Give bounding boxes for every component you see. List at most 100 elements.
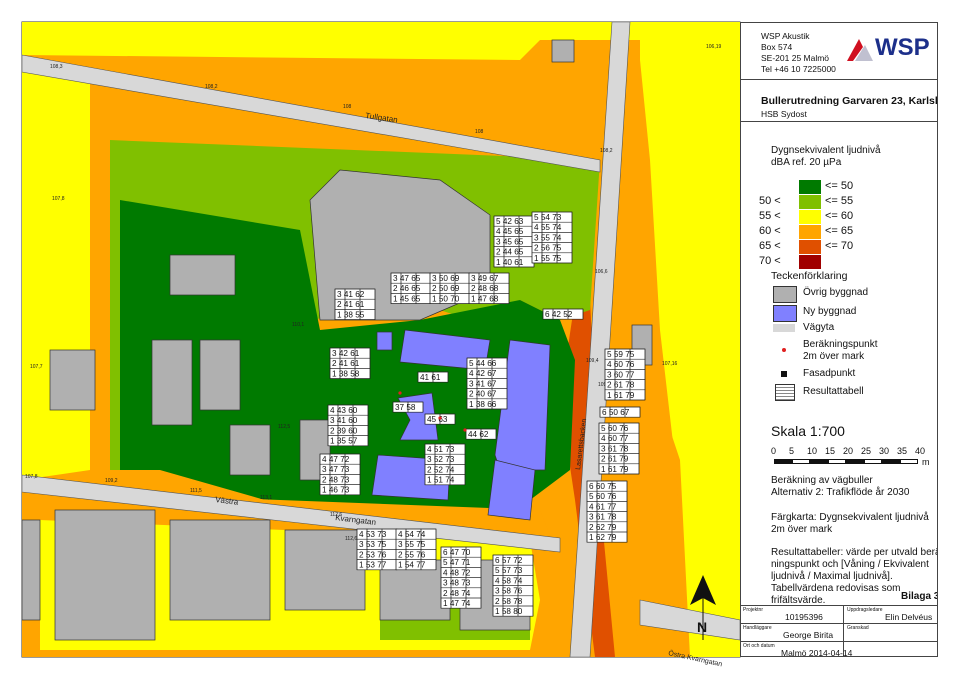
- result-table-row: 5 60 76: [589, 492, 617, 501]
- result-table-row: 5 44 66: [469, 359, 497, 368]
- result-table-row: 3 42 61: [332, 349, 360, 358]
- noise-zone-yellow-left: [22, 55, 90, 480]
- existing-building: [199, 339, 241, 411]
- company-phone: Tel +46 10 7225000: [761, 64, 836, 74]
- elevation-label: 113,1: [260, 495, 272, 501]
- noise-level-low: 50 <: [759, 195, 781, 207]
- result-table: 5 59 754 60 763 60 77 2 61 781 61 79: [604, 348, 646, 401]
- result-table-row: 1 40 61: [496, 258, 524, 267]
- result-table-row: 1 61 79: [601, 465, 629, 474]
- legend-result-label: Resultattabell: [803, 386, 864, 397]
- scale-segment: [846, 459, 864, 464]
- result-table-row: 2 40 67: [469, 390, 497, 399]
- legend-existing-label: Övrig byggnad: [803, 287, 869, 298]
- noise-level-swatch: [799, 210, 821, 224]
- legend-new-swatch: [773, 305, 797, 322]
- existing-building: [229, 424, 271, 476]
- noise-level-high: <= 55: [825, 195, 854, 207]
- noise-level-high: <= 65: [825, 225, 854, 237]
- result-table: 3 42 612 41 611 38 58: [329, 347, 371, 379]
- result-table-row: 3 52 73: [427, 455, 455, 464]
- scale-tick: 40: [915, 446, 926, 456]
- result-table: 3 47 652 46 651 45 65: [390, 272, 432, 304]
- result-table-row: 3 49 67: [471, 274, 499, 283]
- legend-road-swatch: [773, 324, 795, 332]
- noise-level-swatch: [799, 225, 821, 239]
- noise-level-high: <= 60: [825, 210, 854, 222]
- scale-tick: 30: [879, 446, 890, 456]
- new-building: [376, 331, 393, 351]
- result-table: 5 44 664 42 673 41 67 2 40 671 38 66: [466, 357, 508, 410]
- result-table-row: 45 63: [427, 415, 448, 424]
- result-table-row: 2 52 74: [427, 465, 455, 474]
- result-table: 4 51 733 52 732 52 74 1 51 74: [424, 443, 466, 486]
- result-table-row: 1 47 74: [443, 599, 471, 608]
- company-box: Box 574: [761, 42, 793, 52]
- result-table: 6 60 755 60 764 61 77 3 61 782 62 791 62 …: [586, 480, 628, 543]
- result-table-row: 6 60 75: [589, 482, 617, 491]
- result-table-row: 1 38 66: [469, 400, 497, 409]
- result-table-row: 1 62 79: [589, 533, 617, 542]
- handler-label: Handläggare: [743, 625, 772, 631]
- calc-point: [463, 428, 467, 432]
- result-table-row: 5 60 76: [601, 424, 629, 433]
- scale-tick: 35: [897, 446, 908, 456]
- elevation-label: 107,8: [52, 196, 65, 202]
- result-table-row: 1 53 77: [359, 561, 387, 570]
- noise-level-swatch: [799, 255, 821, 269]
- existing-building: [169, 254, 236, 296]
- result-table-row: 4 60 77: [601, 434, 629, 443]
- reviewed-label: Granskad: [847, 625, 869, 631]
- result-table: 6 57 725 57 734 58 74 3 58 762 58 781 58 …: [492, 554, 534, 617]
- calc-note-1: Beräkning av vägbuller: [771, 475, 873, 486]
- result-table-row: 4 45 65: [496, 227, 524, 236]
- result-table-row: 3 55 75: [398, 540, 426, 549]
- scale-segment: [774, 459, 792, 464]
- legend-title: Dygnsekvivalent ljudnivå: [771, 145, 881, 156]
- result-table-row: 3 41 60: [330, 416, 358, 425]
- legend-existing-swatch: [773, 286, 797, 303]
- result-table-row: 1 55 75: [534, 254, 562, 263]
- elevation-label: 107,16: [662, 361, 678, 367]
- result-table-row: 2 44 65: [496, 248, 524, 257]
- scale-tick: 25: [861, 446, 872, 456]
- result-table-row: 4 43 60: [330, 406, 358, 415]
- result-table-row: 1 47 68: [471, 294, 499, 303]
- scale-label: Skala 1:700: [771, 423, 845, 439]
- noise-level-low: 60 <: [759, 225, 781, 237]
- handler: George Birita: [783, 630, 834, 640]
- result-table-row: 2 55 76: [398, 550, 426, 559]
- elevation-label: 107,7: [30, 364, 43, 370]
- scale-segment: [900, 459, 918, 464]
- result-table: 3 41 622 41 611 38 55: [334, 288, 376, 320]
- elevation-label: 108: [343, 104, 352, 110]
- result-table: 5 60 764 60 773 61 78 2 61 791 61 79: [598, 422, 640, 475]
- scale-tick: 10: [807, 446, 818, 456]
- color-note-1: Färgkarta: Dygnsekvivalent ljudnivå: [771, 512, 929, 523]
- logo-icon: [847, 39, 873, 61]
- calc-point: [438, 416, 442, 420]
- elevation-label: 106,6: [595, 269, 608, 275]
- elevation-label: 109,2: [105, 478, 118, 484]
- scale-segment: [810, 459, 828, 464]
- result-table-row: 3 41 67: [469, 379, 497, 388]
- result-table-row: 3 61 78: [589, 513, 617, 522]
- result-table: 44 62: [465, 428, 497, 440]
- result-table-row: 3 58 76: [495, 587, 523, 596]
- scale-segment: [882, 459, 900, 464]
- result-table-row: 2 48 68: [471, 284, 499, 293]
- result-table-row: 2 58 78: [495, 597, 523, 606]
- result-table: 6 47 705 47 714 48 72 3 48 732 48 741 47 …: [440, 546, 482, 609]
- calc-note-2: Alternativ 2: Trafikflöde år 2030: [771, 487, 910, 498]
- existing-building: [169, 519, 271, 621]
- result-table-row: 2 48 74: [443, 589, 471, 598]
- elevation-label: 110,1: [292, 322, 304, 328]
- result-table-row: 2 61 78: [607, 381, 635, 390]
- legend-subtitle: dBA ref. 20 µPa: [771, 157, 842, 168]
- scale-segment: [828, 459, 846, 464]
- result-table-row: 3 61 78: [601, 444, 629, 453]
- creator: Elin Delvéus: [885, 612, 933, 622]
- existing-building: [21, 519, 41, 621]
- north-label: N: [697, 619, 707, 635]
- company-city: SE-201 25 Malmö: [761, 53, 830, 63]
